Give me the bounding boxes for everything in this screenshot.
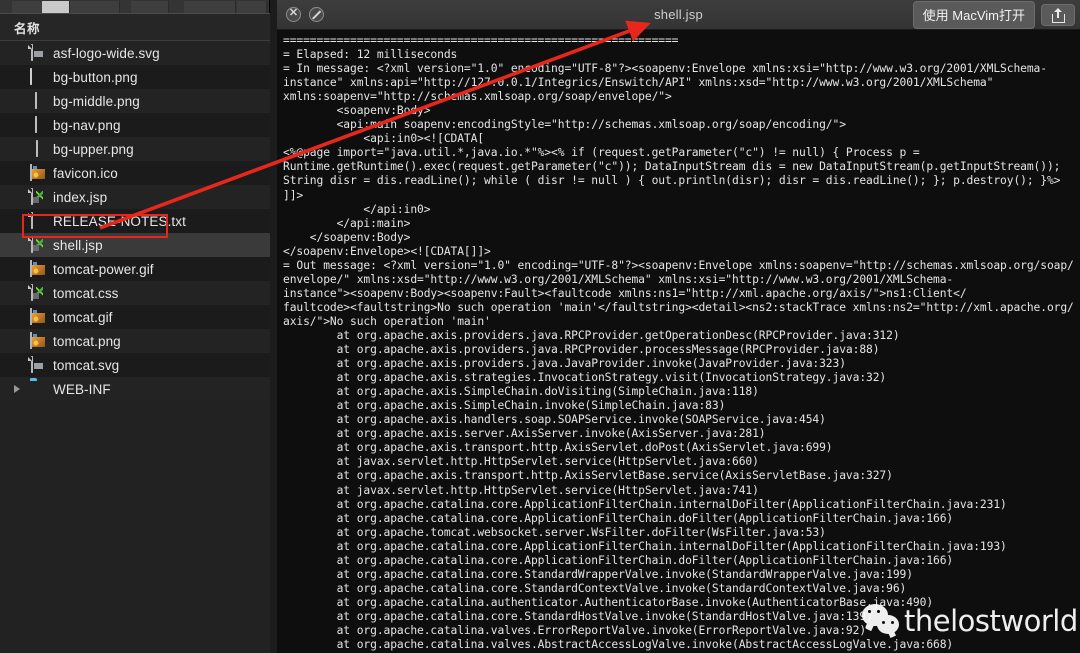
image-thumbnail-icon [30, 91, 46, 110]
toolbar-segment-5[interactable] [237, 1, 267, 13]
toolbar-segment-4[interactable] [184, 1, 236, 13]
list-item-label: bg-middle.png [53, 93, 140, 109]
list-item-label: bg-nav.png [53, 117, 121, 133]
image-thumbnail-icon [30, 139, 46, 158]
finder-window: 名称 asf-logo-wide.svg bg-button.png bg-midd… [0, 0, 270, 653]
jsp-document-icon [30, 235, 46, 254]
picture-thumbnail-icon [30, 331, 46, 350]
list-item-label: WEB-INF [53, 381, 111, 397]
column-header[interactable]: 名称 [0, 14, 270, 41]
svg-document-icon [30, 43, 46, 62]
list-item[interactable]: shell.jsp [0, 233, 270, 257]
column-header-name-label: 名称 [14, 21, 41, 36]
list-item-label: asf-logo-wide.svg [53, 45, 160, 61]
watermark: thelostworld [862, 604, 1078, 638]
list-item[interactable]: bg-middle.png [0, 89, 270, 113]
list-item[interactable]: favicon.ico [0, 161, 270, 185]
list-item-label: tomcat.png [53, 333, 121, 349]
watermark-text: thelostworld [904, 604, 1078, 638]
list-item-label: shell.jsp [53, 237, 103, 253]
list-item-label: tomcat.gif [53, 309, 113, 325]
screen-root: 名称 asf-logo-wide.svg bg-button.png bg-midd… [0, 0, 1080, 653]
list-item-label: tomcat-power.gif [53, 261, 154, 277]
image-thumbnail-icon [30, 67, 46, 86]
list-item[interactable]: tomcat.png [0, 329, 270, 353]
quicklook-titlebar: ✕ shell.jsp 使用 MacVim打开 [277, 0, 1080, 30]
list-item-label: RELEASE-NOTES.txt [53, 213, 186, 229]
quicklook-actions: 使用 MacVim打开 [912, 0, 1075, 29]
quicklook-content-area[interactable]: ========================================… [277, 30, 1080, 653]
list-item[interactable]: tomcat.css [0, 281, 270, 305]
toolbar-segment-2[interactable] [42, 1, 70, 13]
list-item[interactable]: RELEASE-NOTES.txt [0, 209, 270, 233]
list-item-label: tomcat.svg [53, 357, 120, 373]
quicklook-preview-window: ✕ shell.jsp 使用 MacVim打开 ================… [277, 0, 1080, 653]
list-item-label: tomcat.css [53, 285, 119, 301]
finder-toolbar[interactable] [0, 0, 269, 13]
svg-document-icon [30, 355, 46, 374]
list-item[interactable]: index.jsp [0, 185, 270, 209]
list-item[interactable]: WEB-INF [0, 377, 270, 401]
list-item-label: bg-button.png [53, 69, 138, 85]
list-item[interactable]: asf-logo-wide.svg [0, 41, 270, 65]
list-item[interactable]: tomcat.svg [0, 353, 270, 377]
disclosure-triangle-icon[interactable] [14, 385, 20, 393]
css-document-icon [30, 283, 46, 302]
list-item[interactable]: bg-nav.png [0, 113, 270, 137]
image-thumbnail-icon [30, 115, 46, 134]
list-item[interactable]: tomcat-power.gif [0, 257, 270, 281]
text-document-icon [30, 211, 46, 230]
share-arrow [1054, 8, 1061, 18]
list-item[interactable]: bg-button.png [0, 65, 270, 89]
file-text-content: ========================================… [283, 34, 1074, 653]
list-item-label: index.jsp [53, 189, 108, 205]
finder-body: 名称 asf-logo-wide.svg bg-button.png bg-midd… [0, 13, 270, 653]
picture-thumbnail-icon [30, 259, 46, 278]
list-item[interactable]: tomcat.gif [0, 305, 270, 329]
picture-thumbnail-icon [30, 163, 46, 182]
list-item-label: bg-upper.png [53, 141, 134, 157]
share-icon[interactable] [1041, 3, 1075, 26]
picture-thumbnail-icon [30, 307, 46, 326]
list-item-label: favicon.ico [53, 165, 118, 181]
list-item[interactable]: bg-upper.png [0, 137, 270, 161]
folder-icon [30, 381, 46, 398]
open-with-macvim-button[interactable]: 使用 MacVim打开 [912, 0, 1035, 29]
file-list[interactable]: asf-logo-wide.svg bg-button.png bg-middle.… [0, 41, 270, 401]
toolbar-segment-3[interactable] [131, 1, 169, 13]
jsp-document-icon [30, 187, 46, 206]
wechat-icon [862, 604, 902, 638]
